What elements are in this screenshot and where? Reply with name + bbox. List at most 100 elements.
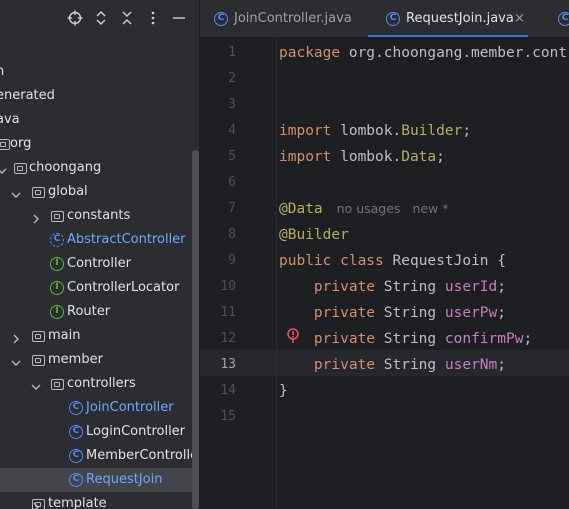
code-line[interactable]: private String userNm; bbox=[279, 352, 506, 378]
collapse-all-icon[interactable] bbox=[118, 9, 136, 27]
line-number: 5 bbox=[228, 149, 236, 164]
code-line[interactable]: import lombok.Data; bbox=[279, 144, 445, 170]
code-token: userId bbox=[444, 279, 498, 295]
tree-item-label: RequestJoin bbox=[86, 472, 163, 487]
tree-item-label: JoinController bbox=[86, 400, 174, 415]
code-token: confirmPw bbox=[444, 331, 524, 347]
chevron-down-icon[interactable] bbox=[30, 378, 42, 390]
tree-item-label: main bbox=[48, 328, 81, 343]
tree-item-label: ava bbox=[0, 112, 20, 127]
tree-item-controllerlocator[interactable]: I ControllerLocator bbox=[0, 276, 192, 300]
folder-icon bbox=[30, 352, 46, 368]
tree-item-label: enerated bbox=[0, 88, 55, 103]
line-number-gutter: 1 2 3 4 5 6 7 8 9 10 11 12 13 14 15 bbox=[200, 38, 277, 509]
line-number: 15 bbox=[220, 409, 236, 424]
code-token: userPw bbox=[444, 305, 498, 321]
interface-icon: I bbox=[49, 256, 65, 272]
more-vertical-icon[interactable] bbox=[144, 9, 162, 27]
tree-item-label: controllers bbox=[67, 376, 136, 391]
tree-item-logincontroller[interactable]: C LoginController bbox=[0, 420, 192, 444]
code-line[interactable]: } bbox=[279, 378, 288, 404]
tree-item-label: AbstractController bbox=[67, 232, 186, 247]
line-number: 1 bbox=[228, 45, 236, 60]
tree-item-label: constants bbox=[67, 208, 131, 223]
tree-item-constants[interactable]: constants bbox=[0, 204, 192, 228]
code-editor[interactable]: 1 2 3 4 5 6 7 8 9 10 11 12 13 14 15 package org.choong… bbox=[200, 38, 569, 509]
tree-item-org[interactable]: org bbox=[0, 132, 192, 156]
tab-partial[interactable]: C A bbox=[558, 0, 569, 37]
chevron-down-icon[interactable] bbox=[10, 354, 22, 366]
code-token: private bbox=[279, 279, 384, 295]
code-line[interactable]: private String userPw; bbox=[279, 300, 506, 326]
tree-item-label: Controller bbox=[67, 256, 131, 271]
project-tree: n enerated ava org choongang global constants C… bbox=[0, 60, 200, 509]
tree-item-label: choongang bbox=[29, 160, 102, 175]
tree-item-label: global bbox=[48, 184, 88, 199]
chevron-down-icon[interactable] bbox=[10, 186, 22, 198]
tree-item-membercontrollerl[interactable]: C MemberControllerL bbox=[0, 444, 200, 468]
code-line[interactable]: @Data no usages new * bbox=[279, 196, 449, 222]
class-icon: C bbox=[68, 424, 84, 440]
sidebar-scrollbar[interactable] bbox=[192, 150, 199, 509]
chevron-down-icon[interactable] bbox=[0, 162, 8, 174]
tree-item-requestjoin[interactable]: C RequestJoin bbox=[0, 468, 192, 492]
close-icon[interactable]: × bbox=[514, 0, 525, 37]
code-token: import bbox=[279, 123, 341, 139]
code-line[interactable]: package org.choongang.member.cont bbox=[279, 40, 567, 66]
tree-item-abstractcontroller[interactable]: C AbstractController bbox=[0, 228, 192, 252]
code-token: lombok. bbox=[340, 123, 402, 139]
class-icon: C bbox=[68, 400, 84, 416]
code-line[interactable]: private String userId; bbox=[279, 274, 506, 300]
crosshair-icon[interactable] bbox=[66, 9, 84, 27]
tree-item-router[interactable]: I Router bbox=[0, 300, 192, 324]
code-token: private bbox=[279, 305, 384, 321]
code-token: ; bbox=[462, 123, 472, 139]
code-token: Data bbox=[401, 149, 437, 165]
tab-request-join[interactable]: C RequestJoin.java × bbox=[386, 0, 536, 37]
tree-item-controllers[interactable]: controllers bbox=[0, 372, 192, 396]
code-token: userNm bbox=[444, 357, 498, 373]
tree-item-ava[interactable]: ava bbox=[0, 108, 192, 132]
code-token: Builder bbox=[401, 123, 463, 139]
code-token: ; bbox=[436, 149, 445, 165]
code-line[interactable]: import lombok.Builder; bbox=[279, 118, 471, 144]
code-token: ; bbox=[523, 331, 533, 347]
code-token: RequestJoin { bbox=[392, 253, 507, 269]
tree-item-choongang[interactable]: choongang bbox=[0, 156, 192, 180]
code-token: class bbox=[340, 253, 393, 269]
author-hint[interactable]: new * bbox=[412, 201, 448, 216]
line-number: 4 bbox=[228, 123, 236, 138]
tree-item-global[interactable]: global bbox=[0, 180, 192, 204]
class-icon: C bbox=[386, 12, 400, 26]
expand-all-icon[interactable] bbox=[92, 9, 110, 27]
folder-icon bbox=[30, 496, 46, 509]
tree-item-n[interactable]: n bbox=[0, 60, 192, 84]
folder-icon bbox=[30, 328, 46, 344]
tree-item-enerated[interactable]: enerated bbox=[0, 84, 192, 108]
code-line[interactable]: @Builder bbox=[279, 222, 349, 248]
gutter-divider bbox=[276, 38, 277, 509]
code-token: ; bbox=[497, 305, 506, 321]
tab-join-controller[interactable]: C JoinController.java bbox=[214, 0, 364, 37]
project-tool-window: n enerated ava org choongang global constants C… bbox=[0, 0, 200, 509]
line-number: 9 bbox=[228, 253, 236, 268]
code-token: String bbox=[383, 279, 445, 295]
code-token: package bbox=[279, 45, 349, 61]
minimize-icon[interactable] bbox=[170, 9, 188, 27]
tree-item-template[interactable]: template bbox=[0, 492, 192, 509]
line-number: 10 bbox=[220, 279, 236, 294]
tree-item-main[interactable]: main bbox=[0, 324, 192, 348]
chevron-right-icon[interactable] bbox=[30, 210, 42, 224]
tree-item-joincontroller[interactable]: C JoinController bbox=[0, 396, 192, 420]
code-line[interactable]: public class RequestJoin { bbox=[279, 248, 506, 274]
error-icon[interactable] bbox=[287, 328, 299, 344]
tree-item-controller[interactable]: I Controller bbox=[0, 252, 192, 276]
code-token: ; bbox=[497, 357, 506, 373]
code-line[interactable]: private String confirmPw; bbox=[279, 326, 532, 352]
class-icon: C bbox=[68, 448, 84, 464]
usages-hint[interactable]: no usages bbox=[337, 201, 401, 216]
folder-icon bbox=[49, 376, 65, 392]
chevron-right-icon[interactable] bbox=[10, 330, 22, 344]
tree-item-member[interactable]: member bbox=[0, 348, 192, 372]
interface-icon: I bbox=[49, 280, 65, 296]
